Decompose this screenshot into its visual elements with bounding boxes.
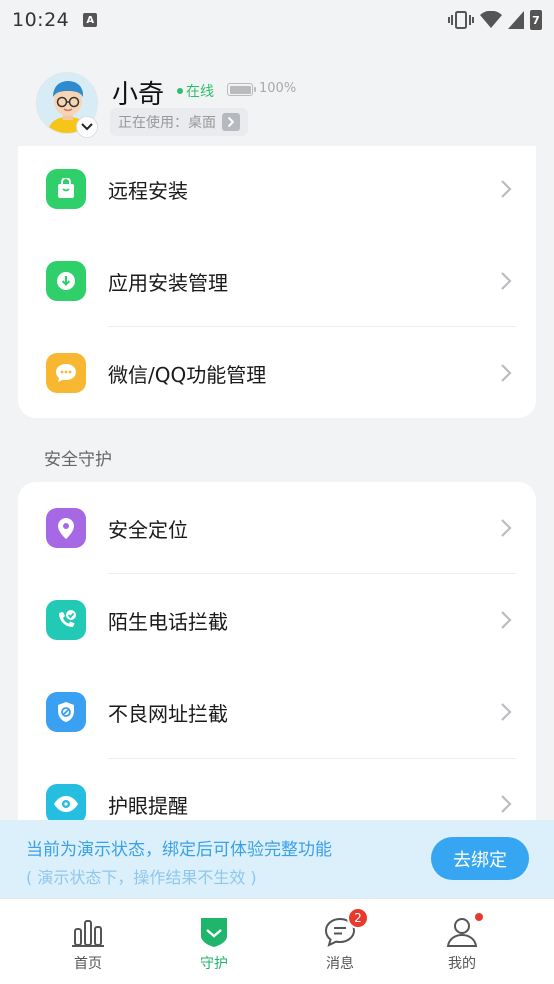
online-status: 在线 bbox=[186, 84, 214, 100]
tab-label: 首页 bbox=[74, 956, 102, 972]
person-icon bbox=[445, 911, 485, 949]
chevron-right-icon bbox=[501, 795, 512, 813]
signal-icon bbox=[508, 11, 524, 29]
menu-item-wechat-qq-management[interactable]: 微信/QQ功能管理 bbox=[18, 327, 536, 419]
child-name: 小奇 bbox=[112, 80, 165, 110]
chevron-right-icon bbox=[501, 519, 512, 537]
chevron-right-icon bbox=[501, 611, 512, 629]
online-dot bbox=[177, 88, 183, 94]
notification-dot bbox=[473, 911, 485, 923]
status-bar: 10:24 A 7 bbox=[0, 0, 554, 40]
vibrate-icon bbox=[448, 11, 474, 29]
status-icons: 7 bbox=[448, 10, 542, 30]
menu-item-stranger-call-block[interactable]: 陌生电话拦截 bbox=[18, 574, 536, 666]
status-time: 10:24 bbox=[12, 9, 70, 31]
menu-item-label: 陌生电话拦截 bbox=[108, 609, 228, 634]
chevron-right-icon bbox=[501, 272, 512, 290]
tab-label: 消息 bbox=[326, 956, 354, 972]
current-app-text: 正在使用：桌面 bbox=[118, 115, 216, 131]
message-icon: 2 bbox=[323, 907, 369, 949]
wifi-icon bbox=[480, 11, 502, 28]
tab-messages[interactable]: 2 消息 bbox=[280, 899, 400, 984]
eye-icon bbox=[46, 784, 86, 824]
download-icon bbox=[46, 261, 86, 301]
bar-chart-icon bbox=[71, 915, 105, 949]
menu-item-label: 护眼提醒 bbox=[108, 793, 188, 818]
security-card: 安全定位 陌生电话拦截 不良网址拦截 护眼提醒 bbox=[18, 482, 536, 842]
section-title-security: 安全守护 bbox=[44, 450, 112, 470]
demo-banner-note: ( 演示状态下，操作结果不生效 ) bbox=[26, 868, 257, 887]
menu-item-safe-location[interactable]: 安全定位 bbox=[18, 482, 536, 574]
switch-child-button[interactable] bbox=[76, 116, 98, 138]
demo-banner-message: 当前为演示状态，绑定后可体验完整功能 bbox=[26, 840, 332, 860]
bind-device-button[interactable]: 去绑定 bbox=[431, 837, 529, 880]
battery-fill bbox=[229, 85, 251, 94]
battery-status-value: 7 bbox=[532, 13, 540, 27]
menu-item-label: 应用安装管理 bbox=[108, 270, 228, 295]
tab-home[interactable]: 首页 bbox=[28, 899, 148, 984]
phone-check-icon bbox=[46, 600, 86, 640]
child-profile[interactable]: 小奇 在线 100% 正在使用：桌面 bbox=[36, 72, 536, 142]
demo-mode-banner: 当前为演示状态，绑定后可体验完整功能 ( 演示状态下，操作结果不生效 ) 去绑定 bbox=[0, 820, 554, 898]
device-battery-icon bbox=[227, 83, 256, 96]
notification-icon: A bbox=[83, 13, 98, 27]
menu-item-remote-install[interactable]: 远程安装 bbox=[18, 143, 536, 235]
menu-item-app-install-management[interactable]: 应用安装管理 bbox=[18, 235, 536, 327]
device-battery-percent: 100% bbox=[259, 81, 297, 96]
tab-label: 我的 bbox=[448, 956, 476, 972]
messages-badge: 2 bbox=[347, 907, 369, 929]
shield-check-icon bbox=[197, 915, 231, 949]
chevron-right-icon bbox=[501, 180, 512, 198]
menu-item-label: 安全定位 bbox=[108, 517, 188, 542]
tab-label: 守护 bbox=[200, 956, 228, 972]
chevron-right-icon bbox=[501, 703, 512, 721]
menu-item-label: 远程安装 bbox=[108, 178, 188, 203]
tab-guard[interactable]: 守护 bbox=[154, 899, 274, 984]
chevron-down-icon bbox=[81, 123, 93, 131]
menu-item-label: 不良网址拦截 bbox=[108, 701, 228, 726]
menu-item-label: 微信/QQ功能管理 bbox=[108, 362, 267, 387]
shopping-bag-icon bbox=[46, 169, 86, 209]
app-management-card: 远程安装 应用安装管理 微信/QQ功能管理 bbox=[18, 146, 536, 418]
current-app-pill[interactable]: 正在使用：桌面 bbox=[110, 108, 248, 136]
chat-bubble-icon bbox=[46, 353, 86, 393]
shield-block-icon bbox=[46, 692, 86, 732]
chevron-right-icon bbox=[501, 364, 512, 382]
chevron-right-box-icon bbox=[222, 113, 240, 131]
bottom-tab-bar: 首页 守护 2 消息 我的 bbox=[0, 898, 554, 984]
menu-item-bad-url-block[interactable]: 不良网址拦截 bbox=[18, 666, 536, 758]
location-pin-icon bbox=[46, 508, 86, 548]
tab-mine[interactable]: 我的 bbox=[402, 899, 522, 984]
battery-status-icon: 7 bbox=[530, 10, 542, 30]
